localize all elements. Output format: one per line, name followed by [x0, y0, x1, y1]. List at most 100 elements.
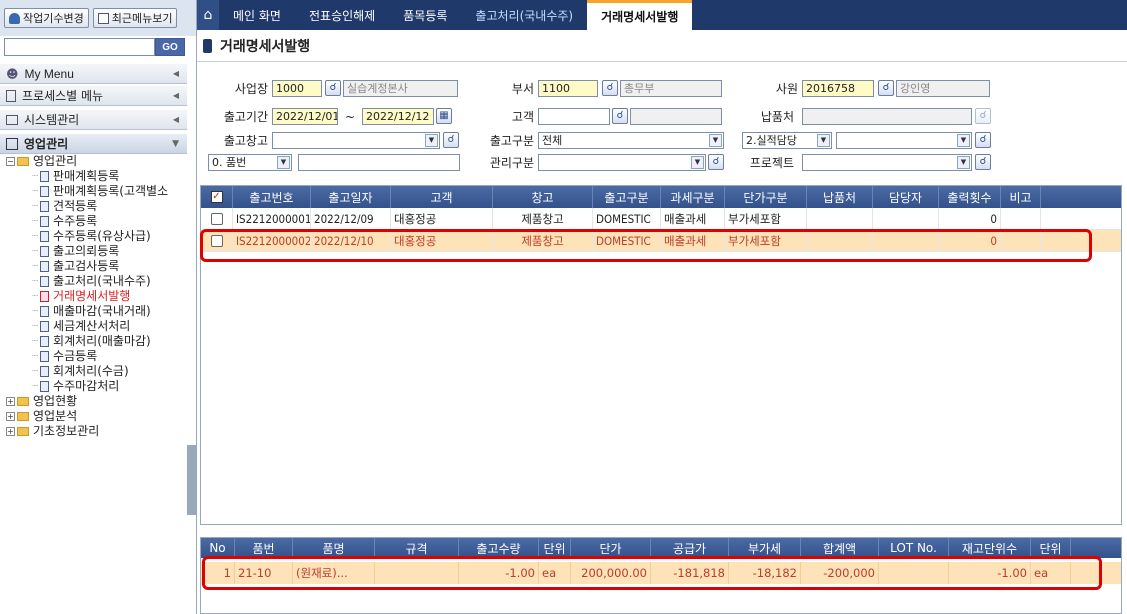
document-icon — [40, 381, 50, 392]
dept-code-input[interactable]: 1100 — [538, 80, 598, 97]
select-all-checkbox[interactable]: ✓ — [201, 186, 233, 208]
tree-item[interactable]: ┈ 매출마감(국내거래) — [6, 304, 191, 319]
document-icon — [40, 336, 50, 347]
search-icon[interactable]: ☌ — [612, 108, 628, 124]
table-cell — [873, 230, 939, 251]
detail-column-header[interactable]: 품명 — [293, 538, 375, 558]
site-code-input[interactable]: 1000 — [272, 80, 322, 97]
tree-item[interactable]: ┈ 견적등록 — [6, 199, 191, 214]
tree-item[interactable]: ┈ 판매계획등록 — [6, 169, 191, 184]
grid-column-header[interactable]: 비고 — [1001, 186, 1041, 208]
grid-column-header[interactable]: 과세구분 — [661, 186, 725, 208]
row-checkbox[interactable] — [210, 212, 223, 225]
warehouse-select[interactable]: ▼ — [272, 132, 440, 149]
tree-items: ┈ 판매계획등록 ┈ 판매계획등록(고객별소 ┈ 견적등록 ┈ 수주등록 ┈ 수주등록(유상사급)… — [6, 169, 191, 394]
tree-folder[interactable]: + 영업현황 — [6, 394, 191, 409]
grid-column-header[interactable]: 고객 — [391, 186, 493, 208]
grid-column-header[interactable]: 출고번호 — [233, 186, 311, 208]
tree-item[interactable]: ┈ 수주마감처리 — [6, 379, 191, 394]
menu-search-input[interactable] — [4, 38, 155, 56]
item-input[interactable] — [298, 154, 460, 171]
table-cell: 부가세포함 — [725, 230, 807, 251]
menu-system[interactable]: 시스템관리 ◀ — [0, 110, 187, 130]
recent-menu-button[interactable]: 최근메뉴보기 — [92, 8, 178, 28]
tree-item[interactable]: ┈ 출고검사등록 — [6, 259, 191, 274]
table-row[interactable]: IS2212000002 2022/12/10 대홍정공 제품창고 DOMESTIC 매출… — [201, 230, 1121, 252]
table-row[interactable]: IS2212000001 2022/12/09 대홍정공 제품창고 DOMESTIC 매출… — [201, 208, 1121, 230]
search-icon[interactable]: ☌ — [325, 80, 341, 96]
calendar-icon[interactable]: ▦ — [436, 108, 452, 124]
customer-input[interactable] — [538, 108, 610, 125]
tree-item[interactable]: ┈ 출고처리(국내수주) — [6, 274, 191, 289]
expand-icon[interactable]: + — [6, 412, 15, 421]
grid-column-header[interactable]: 창고 — [493, 186, 593, 208]
detail-column-header[interactable]: 품번 — [235, 538, 293, 558]
grid-column-header[interactable]: 단가구분 — [725, 186, 807, 208]
tree-item[interactable]: ┈ 수주등록 — [6, 214, 191, 229]
detail-column-header[interactable]: No — [201, 538, 235, 558]
detail-column-header[interactable]: LOT No. — [879, 538, 949, 558]
go-button[interactable]: GO — [155, 38, 185, 56]
tree-item[interactable]: ┈ 거래명세서발행 — [6, 289, 191, 304]
detail-column-header[interactable]: 출고수량 — [459, 538, 539, 558]
search-icon[interactable]: ☌ — [602, 80, 618, 96]
type-select[interactable]: 전체 ▼ — [538, 132, 724, 149]
grid-column-header[interactable]: 출고구분 — [593, 186, 661, 208]
sidebar-collapse-handle[interactable] — [187, 445, 197, 515]
tree-folder[interactable]: + 기초정보관리 — [6, 424, 191, 439]
search-icon[interactable]: ☌ — [878, 80, 894, 96]
row-checkbox[interactable] — [210, 234, 223, 247]
tab-voucher-release[interactable]: 전표승인해제 — [295, 0, 389, 30]
tree-item[interactable]: ┈ 회계처리(매출마감) — [6, 334, 191, 349]
search-icon[interactable]: ☌ — [708, 154, 724, 170]
employee-label: 사원 — [775, 82, 798, 96]
grid-column-header[interactable]: 출고일자 — [311, 186, 391, 208]
tab-item-registration[interactable]: 품목등록 — [389, 0, 461, 30]
detail-column-header[interactable]: 합계액 — [801, 538, 879, 558]
employee-code-input[interactable]: 2016758 — [802, 80, 874, 97]
menu-process[interactable]: 프로세스별 메뉴 ◀ — [0, 86, 187, 106]
detail-column-header[interactable]: 단위 — [1031, 538, 1071, 558]
expand-icon[interactable]: + — [6, 427, 15, 436]
menu-sales[interactable]: 영업관리 ▼ — [0, 134, 187, 154]
home-icon[interactable]: ⌂ — [197, 0, 219, 30]
tree-folder-sales[interactable]: − 영업관리 — [6, 154, 191, 169]
tree-item[interactable]: ┈ 판매계획등록(고객별소 — [6, 184, 191, 199]
detail-column-header[interactable]: 단위 — [539, 538, 571, 558]
change-period-button[interactable]: 작업기수변경 — [4, 8, 89, 28]
tree-item-label: 판매계획등록 — [53, 169, 120, 183]
tree-connector: ┈ — [32, 291, 39, 302]
item-type-select[interactable]: 0. 품번 ▼ — [208, 154, 292, 171]
expand-icon[interactable]: + — [6, 397, 15, 406]
collapse-icon[interactable]: − — [6, 157, 15, 166]
tab-statement[interactable]: 거래명세서발행 — [587, 0, 693, 30]
search-icon[interactable]: ☌ — [443, 132, 459, 148]
management-select[interactable]: ▼ — [538, 154, 706, 171]
tree-item[interactable]: ┈ 수주등록(유상사급) — [6, 229, 191, 244]
date-to-input[interactable]: 2022/12/12 — [362, 108, 434, 125]
tree-item[interactable]: ┈ 출고의뢰등록 — [6, 244, 191, 259]
detail-column-header[interactable]: 공급가 — [651, 538, 729, 558]
performance-input[interactable]: ▼ — [836, 132, 972, 149]
search-icon[interactable]: ☌ — [975, 132, 991, 148]
grid-column-header[interactable]: 담당자 — [873, 186, 939, 208]
search-icon[interactable]: ☌ — [975, 154, 991, 170]
tree-item[interactable]: ┈ 수금등록 — [6, 349, 191, 364]
tab-shipment[interactable]: 출고처리(국내수주) — [461, 0, 587, 30]
detail-row[interactable]: 1 21-10 (원재료)... -1.00 ea 200,000.00 -181,818-… — [201, 562, 1121, 584]
detail-column-header[interactable]: 규격 — [375, 538, 459, 558]
delivery-select[interactable] — [802, 108, 972, 125]
tree-folder[interactable]: + 영업분석 — [6, 409, 191, 424]
detail-column-header[interactable]: 단가 — [571, 538, 651, 558]
menu-my-menu[interactable]: ☻ My Menu ◀ — [0, 64, 187, 84]
date-from-input[interactable]: 2022/12/01 — [272, 108, 338, 125]
detail-column-header[interactable]: 부가세 — [729, 538, 801, 558]
grid-column-header[interactable]: 출력횟수 — [939, 186, 1001, 208]
tree-item[interactable]: ┈ 세금계산서처리 — [6, 319, 191, 334]
tab-main[interactable]: 메인 화면 — [219, 0, 295, 30]
grid-column-header[interactable]: 납품처 — [807, 186, 873, 208]
performance-select[interactable]: 2.실적담당 ▼ — [742, 132, 832, 149]
detail-column-header[interactable]: 재고단위수 — [949, 538, 1031, 558]
project-select[interactable]: ▼ — [802, 154, 972, 171]
tree-item[interactable]: ┈ 회계처리(수금) — [6, 364, 191, 379]
